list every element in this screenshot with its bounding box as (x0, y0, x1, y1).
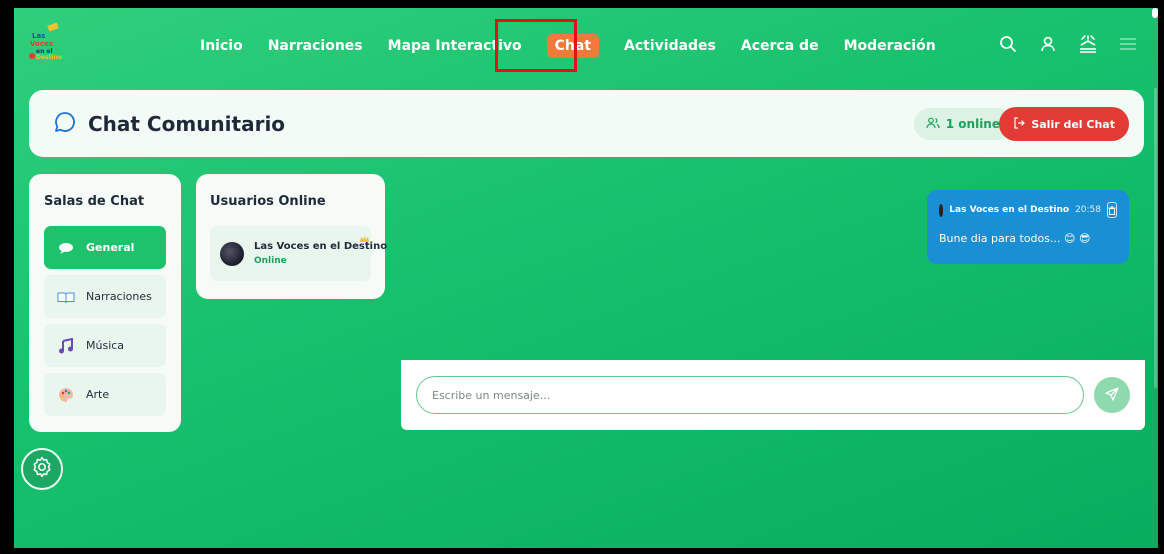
message-input[interactable] (416, 376, 1084, 414)
users-icon (926, 117, 940, 132)
nav-icons (998, 34, 1138, 54)
room-item-musica[interactable]: Música (44, 324, 166, 367)
room-item-arte[interactable]: Arte (44, 373, 166, 416)
users-title: Usuarios Online (210, 194, 326, 209)
user-icon[interactable] (1038, 34, 1058, 54)
page-title: Chat Comunitario (88, 111, 286, 136)
trash-icon[interactable] (1107, 202, 1117, 218)
room-label: Narraciones (86, 290, 152, 303)
nav-link-acerca[interactable]: Acerca de (741, 38, 819, 54)
nav-links: Inicio Narraciones Mapa Interactivo Chat… (200, 34, 961, 58)
nav-link-actividades[interactable]: Actividades (624, 38, 716, 54)
message-author: Las Voces en el Destino (949, 205, 1070, 215)
palette-icon (56, 387, 76, 403)
settings-button[interactable] (21, 448, 63, 490)
room-label: General (86, 241, 135, 254)
scrollbar-track[interactable] (1154, 88, 1157, 388)
menu-icon[interactable] (1118, 34, 1138, 54)
open-book-icon (56, 291, 76, 303)
scrollbar-thumb[interactable] (1152, 8, 1158, 18)
chat-message: Las Voces en el Destino 20:58 Bune dia p… (927, 190, 1129, 264)
nav-link-narraciones[interactable]: Narraciones (268, 38, 363, 54)
speech-bubble-icon (56, 242, 76, 254)
user-item[interactable]: Las Voces en el Destino Online (210, 226, 387, 281)
site-logo[interactable]: Las Voces en el Destino (26, 22, 66, 61)
crown-icon (360, 228, 369, 247)
app-window: Las Voces en el Destino Inicio Narracion… (14, 8, 1158, 548)
highlight-box (495, 19, 577, 72)
online-count-text: 1 online (945, 117, 1000, 131)
leave-chat-label: Salir del Chat (1031, 117, 1115, 131)
rooms-panel: Salas de Chat General Narraciones Música… (29, 174, 181, 432)
send-button[interactable] (1094, 377, 1130, 413)
chat-bubble-icon (54, 111, 76, 137)
room-label: Arte (86, 388, 110, 401)
rooms-title: Salas de Chat (44, 194, 145, 209)
gear-icon (31, 456, 53, 482)
music-note-icon (56, 337, 76, 354)
nav-link-moderacion[interactable]: Moderación (844, 38, 936, 54)
leave-chat-button[interactable]: Salir del Chat (999, 107, 1129, 141)
send-icon (1105, 386, 1119, 405)
avatar (220, 241, 244, 266)
logout-icon (1013, 116, 1026, 132)
svg-text:Las: Las (32, 32, 45, 40)
nav-link-inicio[interactable]: Inicio (200, 38, 243, 54)
room-item-narraciones[interactable]: Narraciones (44, 275, 166, 318)
accessibility-icon[interactable] (1078, 34, 1098, 54)
svg-text:Voces: Voces (30, 40, 53, 48)
search-icon[interactable] (998, 34, 1018, 54)
room-label: Música (86, 339, 125, 352)
user-status: Online (254, 256, 287, 266)
chat-header: Chat Comunitario 1 online Salir del Chat (29, 90, 1144, 157)
avatar (939, 203, 944, 217)
online-count-badge: 1 online (913, 108, 1012, 140)
online-users-panel: Usuarios Online Las Voces en el Destino … (196, 174, 387, 299)
message-header: Las Voces en el Destino 20:58 (939, 202, 1117, 218)
message-text: Bune dia para todos... 😊 😎 (939, 232, 1091, 245)
room-item-general[interactable]: General (44, 226, 166, 269)
svg-text:Destino: Destino (36, 54, 62, 60)
message-time: 20:58 (1075, 205, 1101, 215)
top-nav: Las Voces en el Destino Inicio Narracion… (14, 8, 1158, 86)
message-composer (401, 360, 1145, 430)
